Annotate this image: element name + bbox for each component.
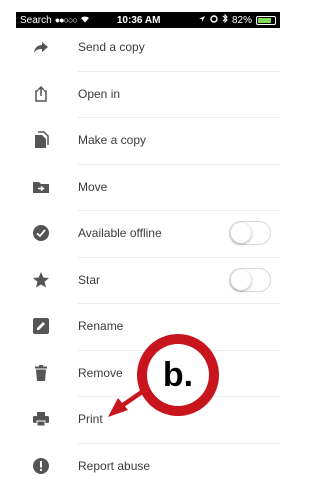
rename-icon (32, 317, 50, 335)
menu-item-label: Open in (78, 86, 121, 101)
star-toggle[interactable] (229, 267, 271, 292)
file-actions-menu: Send a copy Open in Make a copy Move Ava… (0, 24, 280, 485)
menu-item-make-a-copy[interactable]: Make a copy (0, 117, 280, 164)
toggle-knob (231, 269, 251, 290)
menu-item-label: Move (78, 179, 108, 194)
menu-item-label: Make a copy (78, 133, 147, 148)
divider (78, 210, 280, 211)
printer-icon (32, 410, 50, 428)
divider (78, 163, 280, 165)
divider (78, 117, 280, 118)
menu-item-label: Remove (78, 365, 123, 380)
share-arrow-icon (32, 38, 50, 56)
divider (78, 442, 280, 444)
move-folder-icon (32, 178, 50, 196)
menu-item-print[interactable]: Print (0, 396, 280, 443)
star-icon (32, 271, 50, 289)
annotation-label: b. (147, 344, 209, 406)
menu-item-label: Report abuse (78, 458, 151, 473)
report-icon (32, 457, 50, 475)
menu-item-send-a-copy[interactable]: Send a copy (0, 24, 280, 71)
open-in-icon (32, 85, 50, 103)
divider (78, 256, 280, 258)
trash-icon (32, 364, 50, 382)
available-offline-toggle[interactable] (229, 221, 271, 246)
menu-item-open-in[interactable]: Open in (0, 70, 280, 118)
toggle-knob (231, 223, 251, 244)
menu-item-label: Available offline (78, 226, 162, 241)
menu-item-rename[interactable]: Rename (0, 303, 280, 350)
menu-item-label: Rename (78, 319, 124, 334)
copy-icon (32, 131, 50, 149)
menu-item-label: Print (78, 412, 103, 427)
annotation-badge: b. (137, 334, 219, 416)
divider (78, 70, 280, 72)
menu-item-move[interactable]: Move (0, 163, 280, 211)
menu-item-available-offline[interactable]: Available offline (0, 210, 280, 257)
offline-check-icon (32, 224, 50, 242)
battery-level (258, 17, 272, 23)
menu-item-label: Star (78, 272, 101, 287)
divider (78, 303, 280, 304)
menu-item-report-abuse[interactable]: Report abuse (0, 442, 280, 485)
menu-item-label: Send a copy (78, 40, 145, 55)
menu-item-star[interactable]: Star (0, 256, 280, 304)
